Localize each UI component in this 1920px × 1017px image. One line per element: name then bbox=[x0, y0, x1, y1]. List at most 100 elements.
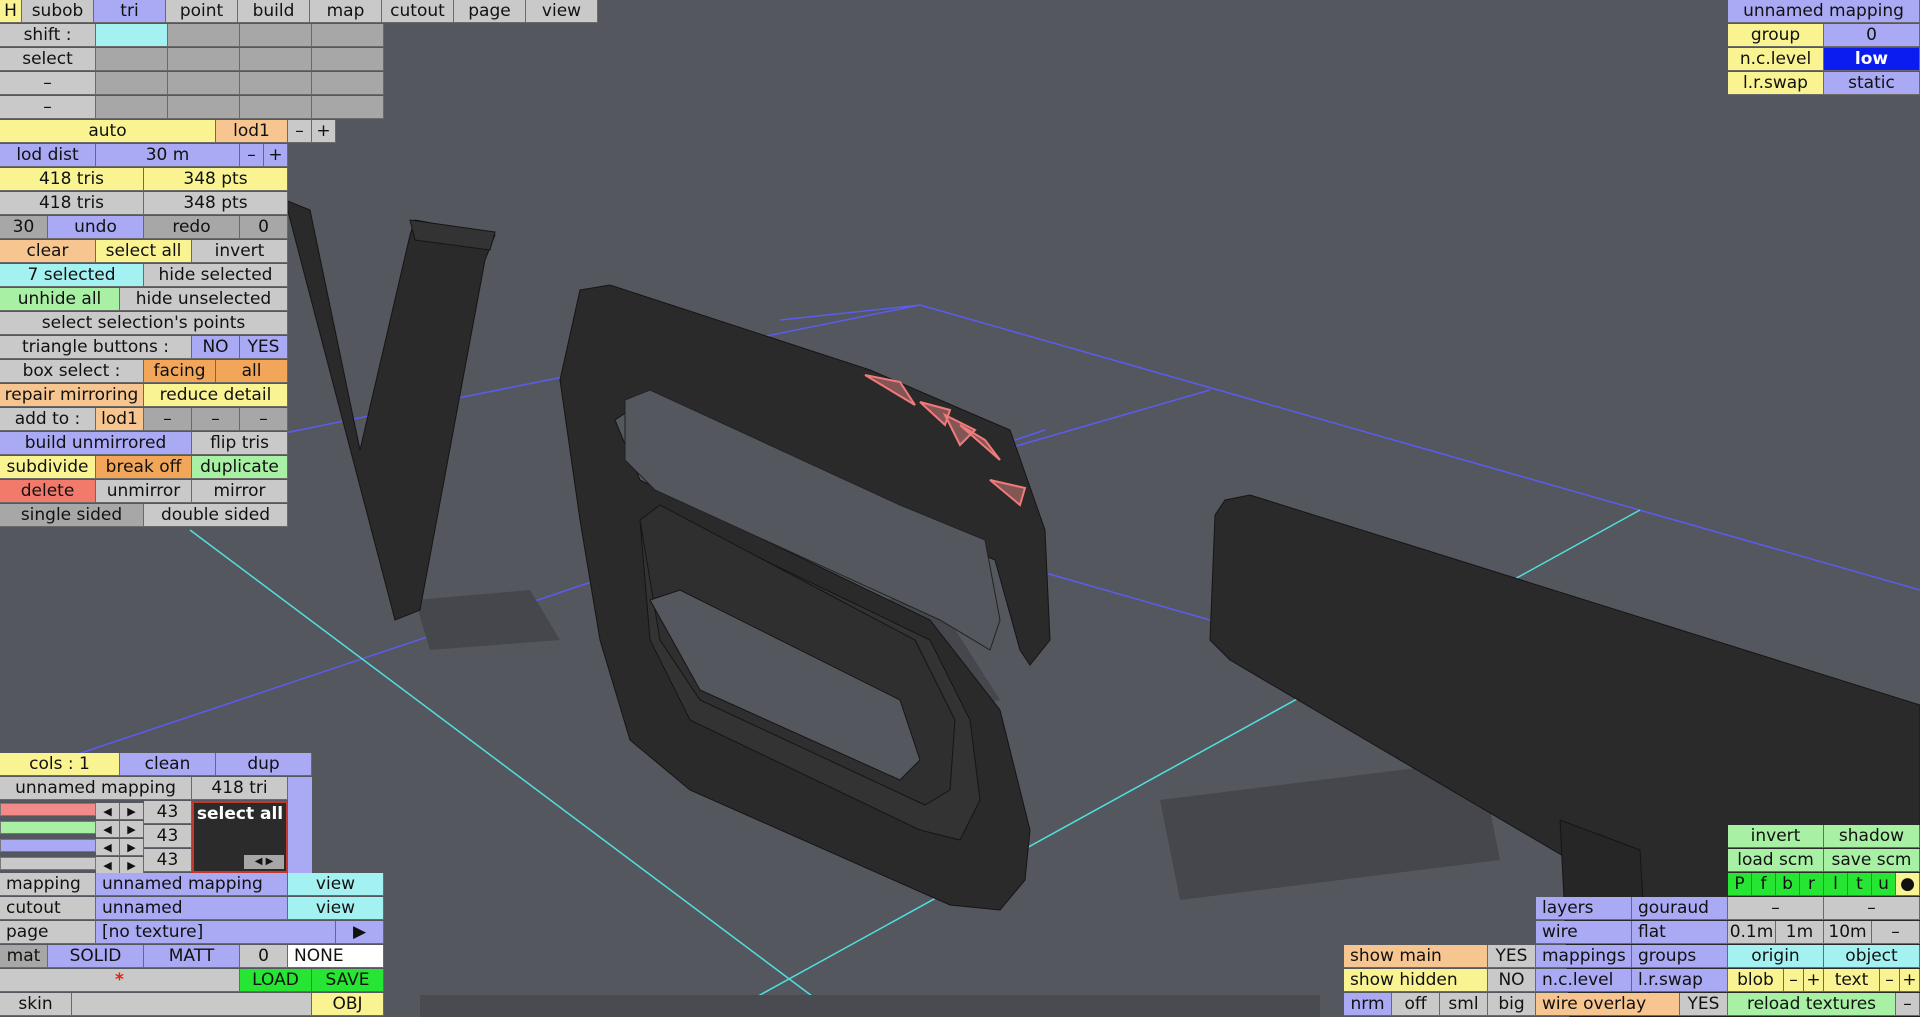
mat-solid[interactable]: SOLID bbox=[48, 945, 144, 968]
view-flag-b[interactable]: b bbox=[1776, 873, 1800, 896]
load-scm-button[interactable]: load scm bbox=[1728, 849, 1824, 872]
lod-dist-minus-button[interactable]: – bbox=[240, 144, 264, 167]
green-slider[interactable] bbox=[0, 821, 96, 834]
view-flag-p[interactable]: P bbox=[1728, 873, 1752, 896]
row3-slot-1[interactable] bbox=[96, 72, 168, 95]
lr-swap-value[interactable]: static bbox=[1824, 72, 1920, 95]
view-flag-r[interactable]: r bbox=[1800, 873, 1824, 896]
shadow-button[interactable]: shadow bbox=[1824, 825, 1920, 848]
save-button[interactable]: SAVE bbox=[312, 969, 384, 992]
shift-slot-4[interactable] bbox=[312, 24, 384, 47]
mirror-button[interactable]: mirror bbox=[192, 480, 288, 503]
flip-tris-button[interactable]: flip tris bbox=[192, 432, 288, 455]
alpha-slider[interactable] bbox=[0, 857, 96, 870]
box-select-all[interactable]: all bbox=[216, 360, 288, 383]
menu-page[interactable]: page bbox=[454, 0, 526, 23]
undo-button[interactable]: undo bbox=[48, 216, 144, 239]
grid-0-1m[interactable]: 0.1m bbox=[1728, 921, 1776, 944]
mappings-button[interactable]: mappings bbox=[1536, 945, 1632, 968]
menu-tri[interactable]: tri bbox=[94, 0, 166, 23]
nc-level-view-button[interactable]: n.c.level bbox=[1536, 969, 1632, 992]
grid-minus[interactable]: – bbox=[1872, 921, 1920, 944]
blue-right-arrow-icon[interactable]: ▶ bbox=[120, 839, 144, 856]
blue-slider[interactable] bbox=[0, 839, 96, 852]
menu-build[interactable]: build bbox=[238, 0, 310, 23]
shift-slot-1[interactable] bbox=[96, 24, 168, 47]
hide-unselected-button[interactable]: hide unselected bbox=[120, 288, 288, 311]
swatch-select-all[interactable]: select all bbox=[194, 803, 286, 825]
mat-none[interactable]: NONE bbox=[288, 945, 384, 968]
normals-off[interactable]: off bbox=[1392, 993, 1440, 1016]
row4-slot-1[interactable] bbox=[96, 96, 168, 119]
menu-map[interactable]: map bbox=[310, 0, 382, 23]
wire-button[interactable]: wire bbox=[1536, 921, 1632, 944]
lod-dist-value[interactable]: 30 m bbox=[96, 144, 240, 167]
green-left-arrow-icon[interactable]: ◀ bbox=[96, 821, 120, 838]
red-left-arrow-icon[interactable]: ◀ bbox=[96, 803, 120, 820]
row4-slot-4[interactable] bbox=[312, 96, 384, 119]
triangle-buttons-no[interactable]: NO bbox=[192, 336, 240, 359]
select-slot-3[interactable] bbox=[240, 48, 312, 71]
select-slot-2[interactable] bbox=[168, 48, 240, 71]
save-scm-button[interactable]: save scm bbox=[1824, 849, 1920, 872]
normals-nrm[interactable]: nrm bbox=[1344, 993, 1392, 1016]
delete-button[interactable]: delete bbox=[0, 480, 96, 503]
grid-1m[interactable]: 1m bbox=[1776, 921, 1824, 944]
gouraud-button[interactable]: gouraud bbox=[1632, 897, 1728, 920]
reload-textures-button[interactable]: reload textures bbox=[1728, 993, 1896, 1016]
clean-button[interactable]: clean bbox=[120, 753, 216, 776]
viewport-scrollbar[interactable] bbox=[420, 995, 1320, 1017]
menu-cutout[interactable]: cutout bbox=[382, 0, 454, 23]
hide-selected-button[interactable]: hide selected bbox=[144, 264, 288, 287]
blue-left-arrow-icon[interactable]: ◀ bbox=[96, 839, 120, 856]
layers-button[interactable]: layers bbox=[1536, 897, 1632, 920]
menu-view[interactable]: view bbox=[526, 0, 598, 23]
box-select-facing[interactable]: facing bbox=[144, 360, 216, 383]
shift-slot-3[interactable] bbox=[240, 24, 312, 47]
redo-button[interactable]: redo bbox=[144, 216, 240, 239]
row3-slot-3[interactable] bbox=[240, 72, 312, 95]
clear-button[interactable]: clear bbox=[0, 240, 96, 263]
lod-dist-plus-button[interactable]: + bbox=[264, 144, 288, 167]
page-value[interactable]: [no texture] bbox=[96, 921, 336, 944]
add-to-slot-2[interactable]: – bbox=[192, 408, 240, 431]
red-slider[interactable] bbox=[0, 803, 96, 816]
view-slot-b[interactable]: – bbox=[1824, 897, 1920, 920]
unmirror-button[interactable]: unmirror bbox=[96, 480, 192, 503]
row4-slot-3[interactable] bbox=[240, 96, 312, 119]
select-slot-1[interactable] bbox=[96, 48, 168, 71]
menu-subob[interactable]: subob bbox=[22, 0, 94, 23]
groups-button[interactable]: groups bbox=[1632, 945, 1728, 968]
alpha-right-arrow-icon[interactable]: ▶ bbox=[120, 857, 144, 874]
blob-plus[interactable]: + bbox=[1804, 969, 1824, 992]
view-slot-a[interactable]: – bbox=[1728, 897, 1824, 920]
reduce-detail-button[interactable]: reduce detail bbox=[144, 384, 288, 407]
text-minus[interactable]: – bbox=[1880, 969, 1900, 992]
alpha-left-arrow-icon[interactable]: ◀ bbox=[96, 857, 120, 874]
select-selection-points-button[interactable]: select selection's points bbox=[0, 312, 288, 335]
view-flag-u[interactable]: u bbox=[1872, 873, 1896, 896]
unhide-all-button[interactable]: unhide all bbox=[0, 288, 120, 311]
row3-slot-2[interactable] bbox=[168, 72, 240, 95]
invert-selection-button[interactable]: invert bbox=[192, 240, 288, 263]
cutout-view-button[interactable]: view bbox=[288, 897, 384, 920]
select-slot-4[interactable] bbox=[312, 48, 384, 71]
auto-button[interactable]: auto bbox=[0, 120, 216, 143]
lod-plus-button[interactable]: + bbox=[312, 120, 336, 143]
lr-swap-view-button[interactable]: l.r.swap bbox=[1632, 969, 1728, 992]
row3-slot-4[interactable] bbox=[312, 72, 384, 95]
view-flag-l[interactable]: l bbox=[1824, 873, 1848, 896]
duplicate-button[interactable]: duplicate bbox=[192, 456, 288, 479]
row4-slot-2[interactable] bbox=[168, 96, 240, 119]
normals-sml[interactable]: sml bbox=[1440, 993, 1488, 1016]
load-button[interactable]: LOAD bbox=[240, 969, 312, 992]
view-dot-icon[interactable]: ● bbox=[1896, 873, 1920, 896]
h-button[interactable]: H bbox=[0, 0, 22, 23]
grid-10m[interactable]: 10m bbox=[1824, 921, 1872, 944]
view-flag-f[interactable]: f bbox=[1752, 873, 1776, 896]
flat-button[interactable]: flat bbox=[1632, 921, 1728, 944]
page-arrow-icon[interactable]: ▶ bbox=[336, 921, 384, 944]
view-flag-t[interactable]: t bbox=[1848, 873, 1872, 896]
normals-big[interactable]: big bbox=[1488, 993, 1536, 1016]
add-to-slot-3[interactable]: – bbox=[240, 408, 288, 431]
